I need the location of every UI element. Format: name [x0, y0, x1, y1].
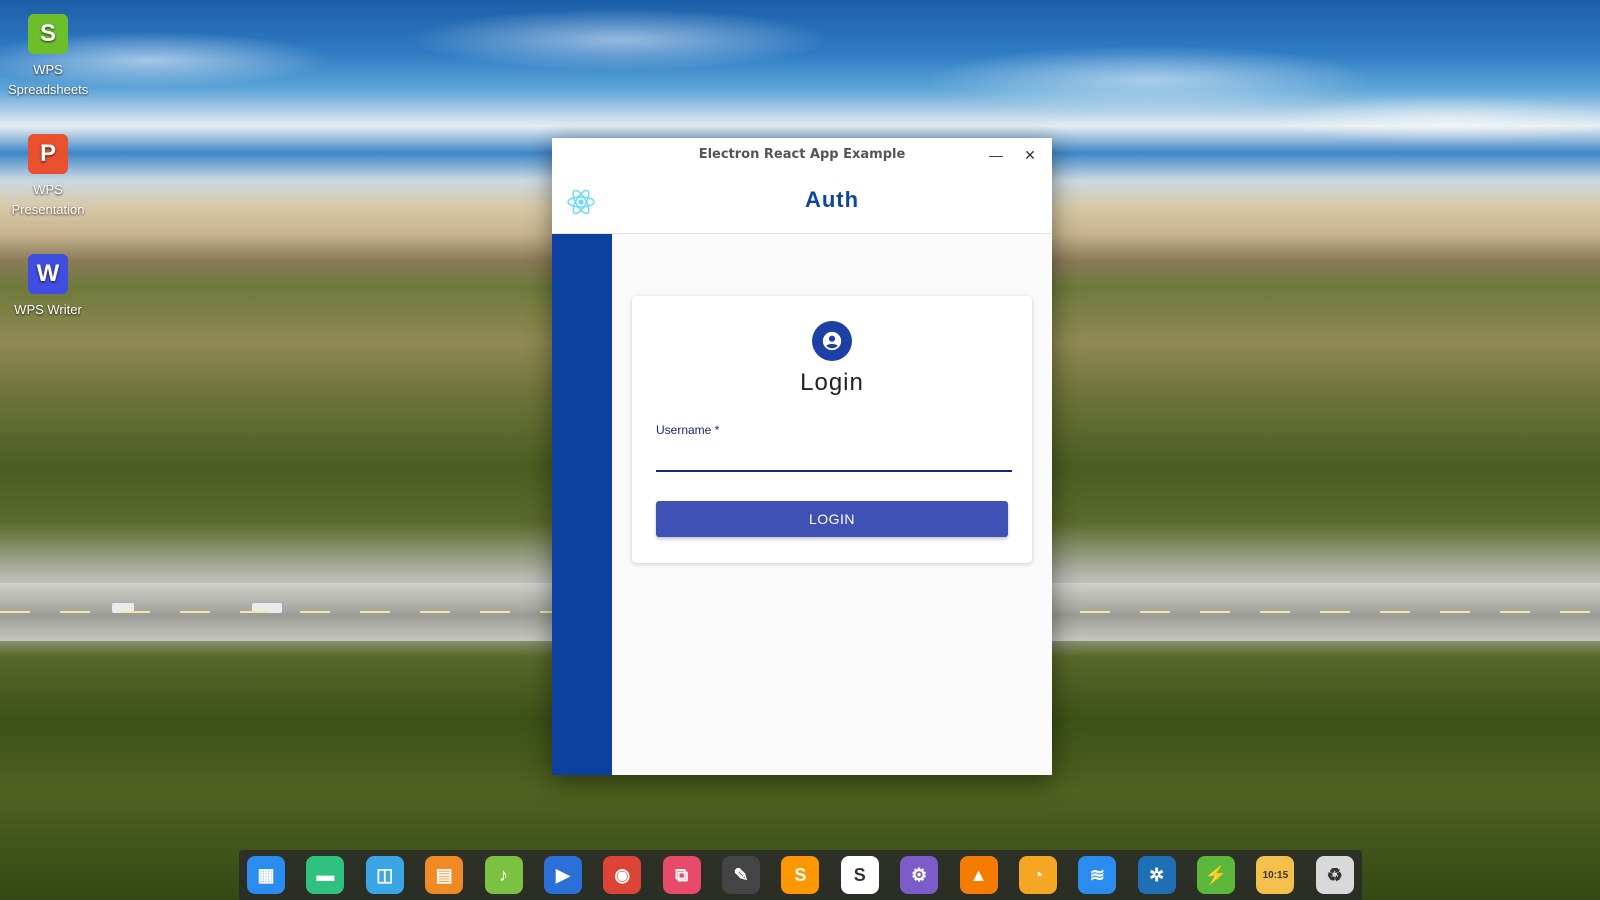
- sublime-icon[interactable]: S: [781, 856, 820, 894]
- username-input[interactable]: [656, 438, 1012, 472]
- wps-writer-icon: W: [28, 254, 68, 294]
- system-settings-icon[interactable]: ✲: [1137, 856, 1176, 894]
- file-manager-icon[interactable]: ◫: [365, 856, 404, 894]
- slack-icon[interactable]: S: [840, 856, 879, 894]
- desktop-icon-label: WPS Writer: [14, 302, 82, 317]
- settings-tool-icon[interactable]: ⚙: [900, 856, 939, 894]
- page-title: Auth: [804, 187, 860, 212]
- sidebar: [552, 234, 612, 775]
- desktop-icon-label: WPS Spreadsheets: [8, 62, 89, 97]
- account-circle-icon: [812, 321, 852, 361]
- wifi-icon[interactable]: ≋: [1078, 856, 1117, 894]
- app-store-icon[interactable]: ▤: [425, 856, 464, 894]
- login-heading: Login: [800, 369, 864, 396]
- app-window: Electron React App Example — ✕ Auth Logi…: [552, 138, 1052, 775]
- desktop-icon-wps-writer[interactable]: W WPS Writer: [8, 254, 88, 320]
- window-titlebar[interactable]: Electron React App Example — ✕: [552, 138, 1052, 173]
- wps-spreadsheets-icon: S: [28, 14, 68, 54]
- window-title: Electron React App Example: [698, 147, 906, 162]
- timer-icon[interactable]: ◔: [1018, 856, 1057, 894]
- main-content: Login Username * LOGIN: [612, 234, 1052, 775]
- music-icon[interactable]: ♪: [484, 856, 523, 894]
- wallpaper-car: [112, 603, 134, 613]
- power-icon[interactable]: ⚡: [1197, 856, 1235, 894]
- app-bar: Auth: [552, 173, 1052, 234]
- vlc-icon[interactable]: ▲: [959, 856, 998, 894]
- login-card: Login Username * LOGIN: [632, 296, 1032, 563]
- desktop-icon-label: WPS Presentation: [11, 182, 85, 217]
- video-icon[interactable]: ▶: [543, 856, 582, 894]
- screenshot-icon[interactable]: ⧉: [662, 856, 701, 894]
- close-button[interactable]: ✕: [1019, 144, 1041, 166]
- wps-presentation-icon: P: [28, 134, 68, 174]
- minimize-button[interactable]: —: [985, 144, 1007, 166]
- launcher-icon[interactable]: ▦: [247, 856, 285, 894]
- trash-icon[interactable]: ♻: [1315, 856, 1354, 894]
- login-button[interactable]: LOGIN: [656, 501, 1008, 537]
- taskbar-dock: ▦ ▬ ◫ ▤ ♪ ▶ ◉ ⧉ ✎ S S ⚙ ▲ ◔ ≋ ✲ ⚡ 10:15 ♻: [239, 850, 1362, 900]
- chrome-icon[interactable]: ◉: [603, 856, 642, 894]
- terminal-icon[interactable]: ▬: [306, 856, 345, 894]
- desktop-icon-wps-presentation[interactable]: P WPS Presentation: [8, 134, 88, 220]
- username-label: Username *: [656, 423, 720, 437]
- clock-icon[interactable]: 10:15: [1256, 856, 1295, 894]
- desktop-icon-wps-spreadsheets[interactable]: S WPS Spreadsheets: [8, 14, 88, 100]
- wallpaper-car: [252, 603, 282, 613]
- color-picker-icon[interactable]: ✎: [722, 856, 760, 894]
